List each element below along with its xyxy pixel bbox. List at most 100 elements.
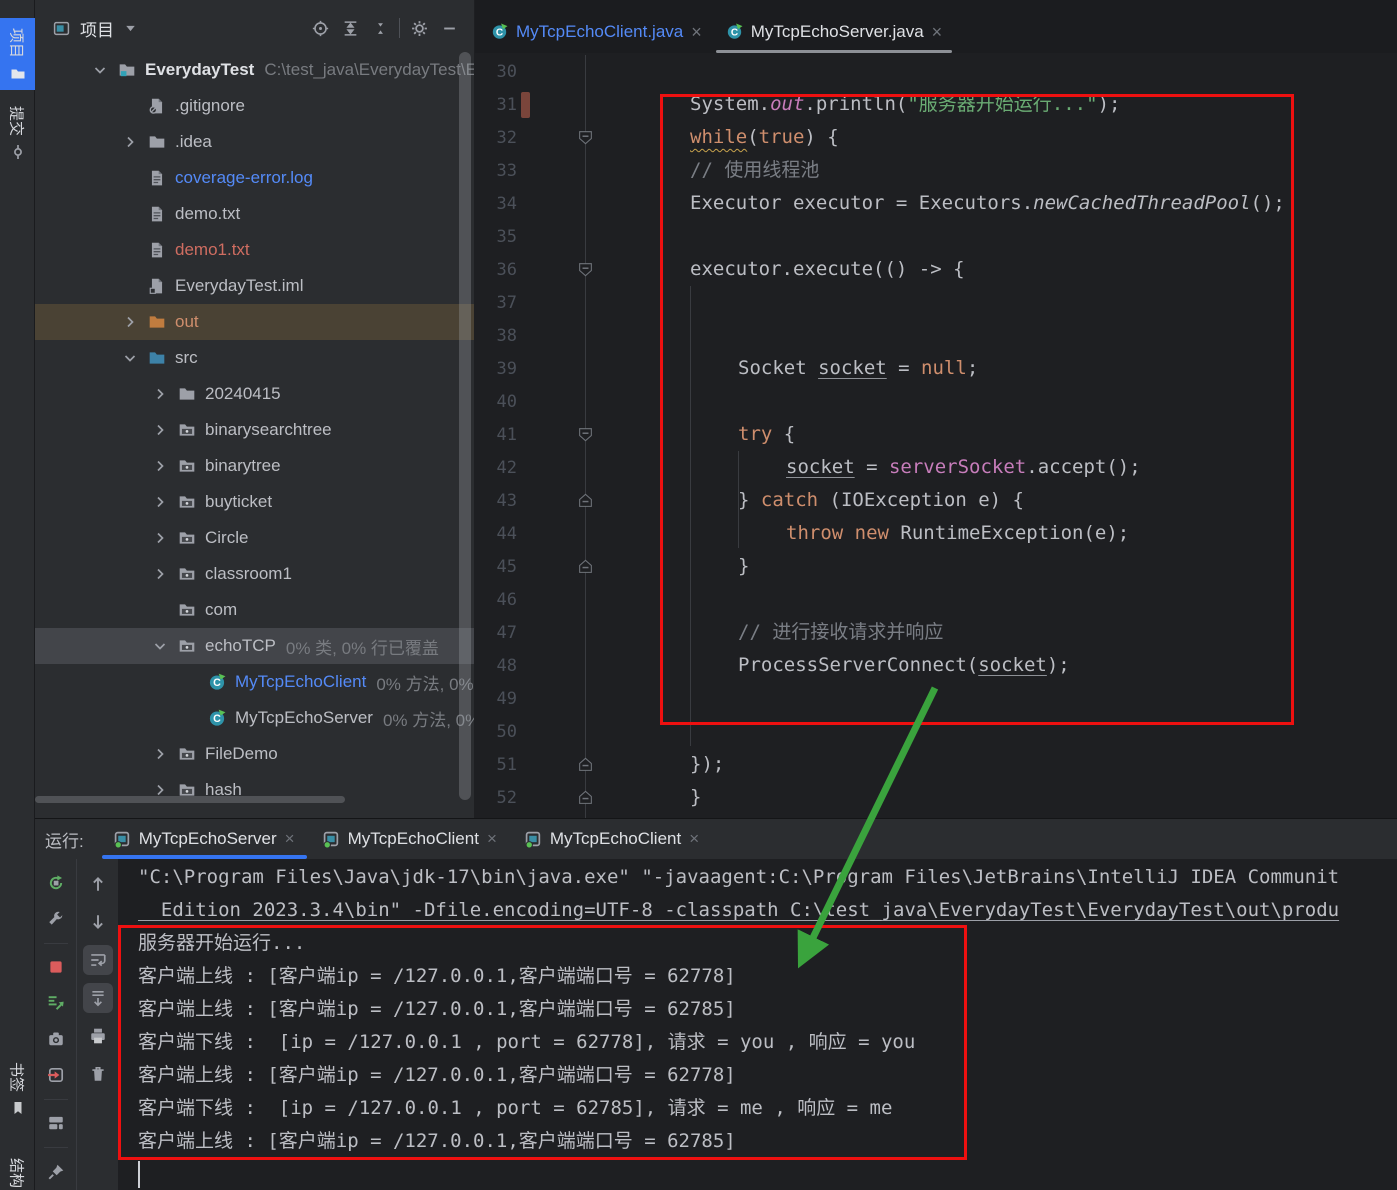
chevron-right-icon[interactable] [147, 746, 173, 762]
code-line-38[interactable] [595, 319, 1397, 352]
disconnect-button[interactable] [41, 1061, 71, 1089]
chevron-down-icon[interactable] [122, 20, 139, 37]
fold-toggle-icon[interactable] [577, 426, 594, 443]
code-line-44[interactable]: throw new RuntimeException(e); [595, 517, 1397, 550]
scroll-to-end-button[interactable] [83, 983, 113, 1013]
code-line-43[interactable]: } catch (IOException e) { [595, 484, 1397, 517]
fold-toggle-icon[interactable] [577, 492, 594, 509]
tree-item-EverydayTest.iml[interactable]: EverydayTest.iml [35, 268, 474, 304]
close-icon[interactable]: × [689, 829, 699, 849]
tree-item-.gitignore[interactable]: .gitignore [35, 88, 474, 124]
rerun-coverage-button[interactable] [41, 989, 71, 1017]
tree-item-FileDemo[interactable]: FileDemo [35, 736, 474, 772]
chevron-right-icon[interactable] [147, 386, 173, 402]
chevron-right-icon[interactable] [147, 422, 173, 438]
project-tree-vertical-scrollbar[interactable] [459, 52, 471, 800]
tree-item-src[interactable]: src [35, 340, 474, 376]
fold-toggle-icon[interactable] [577, 789, 594, 806]
code-line-48[interactable]: ProcessServerConnect(socket); [595, 649, 1397, 682]
tree-item-echoTCP[interactable]: echoTCP0% 类, 0% 行已覆盖 [35, 628, 474, 664]
chevron-right-icon[interactable] [117, 314, 143, 330]
editor-body[interactable]: 30 31 32 33 34 35 36 37 38 39 [475, 53, 1397, 818]
tree-item-buyticket[interactable]: buyticket [35, 484, 474, 520]
tree-item-.idea[interactable]: .idea [35, 124, 474, 160]
rerun-button[interactable] [41, 869, 71, 897]
run-tab-MyTcpEchoClient[interactable]: MyTcpEchoClient × [309, 819, 511, 859]
code-line-30[interactable] [595, 55, 1397, 88]
minimize-button[interactable] [434, 13, 464, 43]
close-icon[interactable]: × [285, 829, 295, 849]
arrow-up-button[interactable] [83, 869, 113, 899]
tree-item-classroom1[interactable]: classroom1 [35, 556, 474, 592]
code-line-42[interactable]: socket = serverSocket.accept(); [595, 451, 1397, 484]
tree-item-out[interactable]: out [35, 304, 474, 340]
editor-tab-MyTcpEchoClient.java[interactable]: C MyTcpEchoClient.java × [479, 10, 714, 53]
stop-button[interactable] [41, 953, 71, 981]
code-line-40[interactable] [595, 385, 1397, 418]
chevron-right-icon[interactable] [147, 494, 173, 510]
tree-item-com[interactable]: com [35, 592, 474, 628]
chevron-down-icon[interactable] [87, 62, 113, 78]
project-tree-horizontal-scrollbar[interactable] [35, 796, 345, 803]
code-line-46[interactable] [595, 583, 1397, 616]
fold-toggle-icon[interactable] [577, 129, 594, 146]
tree-item-EverydayTest[interactable]: EverydayTestC:\test_java\EverydayTest\E [35, 52, 474, 88]
chevron-right-icon[interactable] [147, 530, 173, 546]
edit-configuration-button[interactable] [41, 905, 71, 933]
thread-dump-button[interactable] [41, 1025, 71, 1053]
close-icon[interactable]: × [487, 829, 497, 849]
print-button[interactable] [83, 1021, 113, 1051]
code-line-37[interactable] [595, 286, 1397, 319]
tree-item-binarytree[interactable]: binarytree [35, 448, 474, 484]
locate-button[interactable] [305, 13, 335, 43]
chevron-down-icon[interactable] [147, 638, 173, 654]
code-line-31[interactable]: System.out.println("服务器开始运行..."); [595, 88, 1397, 121]
soft-wrap-button[interactable] [83, 945, 113, 975]
stripe-tab-书签[interactable]: 书签 [0, 1052, 35, 1124]
collapse-all-button[interactable] [365, 13, 395, 43]
run-tab-MyTcpEchoClient[interactable]: MyTcpEchoClient × [511, 819, 713, 859]
code-line-50[interactable] [595, 715, 1397, 748]
code-line-45[interactable]: } [595, 550, 1397, 583]
chevron-right-icon[interactable] [147, 566, 173, 582]
arrow-down-button[interactable] [83, 907, 113, 937]
fold-toggle-icon[interactable] [577, 558, 594, 575]
code-line-36[interactable]: executor.execute(() -> { [595, 253, 1397, 286]
tree-item-demo1.txt[interactable]: demo1.txt [35, 232, 474, 268]
tree-item-coverage-error.log[interactable]: coverage-error.log [35, 160, 474, 196]
pin-button[interactable] [41, 1158, 71, 1186]
chevron-down-icon[interactable] [117, 350, 143, 366]
run-tab-MyTcpEchoServer[interactable]: MyTcpEchoServer × [100, 819, 309, 859]
fold-toggle-icon[interactable] [577, 756, 594, 773]
stripe-tab-结构[interactable]: 结构 [0, 1148, 35, 1190]
tree-item-MyTcpEchoClient[interactable]: CMyTcpEchoClient0% 方法, 0% 行已覆盖 [35, 664, 474, 700]
tree-item-binarysearchtree[interactable]: binarysearchtree [35, 412, 474, 448]
expand-all-button[interactable] [335, 13, 365, 43]
fold-toggle-icon[interactable] [577, 261, 594, 278]
code-line-32[interactable]: while(true) { [595, 121, 1397, 154]
code-line-47[interactable]: // 进行接收请求并响应 [595, 616, 1397, 649]
code-line-35[interactable] [595, 220, 1397, 253]
clear-button[interactable] [83, 1059, 113, 1089]
code-line-52[interactable]: } [595, 781, 1397, 814]
chevron-right-icon[interactable] [117, 134, 143, 150]
code-area[interactable]: System.out.println("服务器开始运行...");while(t… [595, 55, 1397, 814]
code-line-34[interactable]: Executor executor = Executors.newCachedT… [595, 187, 1397, 220]
close-icon[interactable]: × [932, 23, 943, 41]
settings-button[interactable] [404, 13, 434, 43]
stripe-tab-项目[interactable]: 项目 [0, 18, 35, 90]
code-line-33[interactable]: // 使用线程池 [595, 154, 1397, 187]
code-line-39[interactable]: Socket socket = null; [595, 352, 1397, 385]
tree-item-20240415[interactable]: 20240415 [35, 376, 474, 412]
console[interactable]: "C:\Program Files\Java\jdk-17\bin\java.e… [118, 859, 1397, 1190]
close-icon[interactable]: × [691, 23, 702, 41]
code-line-41[interactable]: try { [595, 418, 1397, 451]
tree-item-demo.txt[interactable]: demo.txt [35, 196, 474, 232]
chevron-right-icon[interactable] [147, 458, 173, 474]
stripe-tab-提交[interactable]: 提交 [0, 96, 35, 168]
tree-item-MyTcpEchoServer[interactable]: CMyTcpEchoServer0% 方法, 0% 行已覆盖 [35, 700, 474, 736]
tree-item-Circle[interactable]: Circle [35, 520, 474, 556]
code-line-51[interactable]: }); [595, 748, 1397, 781]
code-line-49[interactable] [595, 682, 1397, 715]
layout-button[interactable] [41, 1110, 71, 1138]
